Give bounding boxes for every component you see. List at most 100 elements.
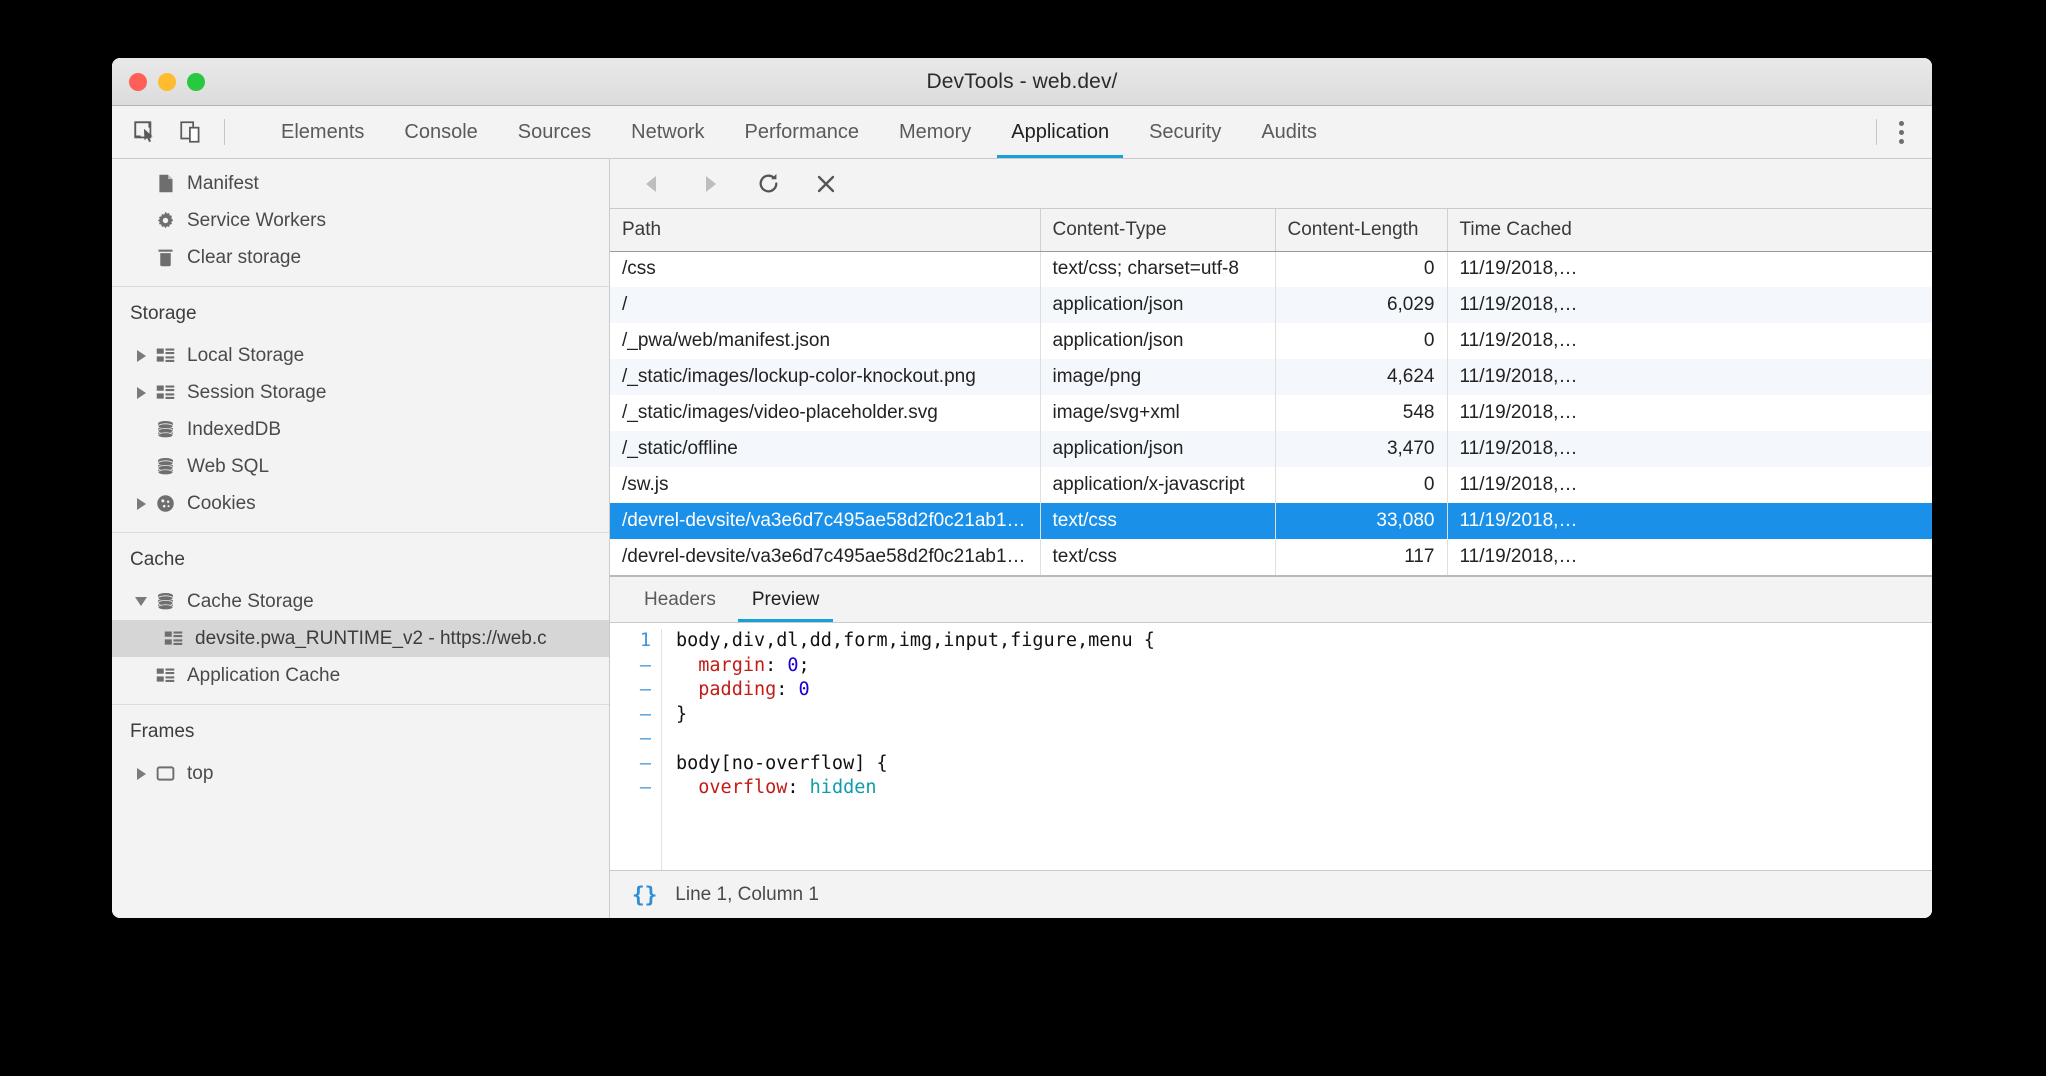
pretty-print-icon[interactable]: {} (632, 883, 657, 907)
chevron-right-icon[interactable] (130, 350, 152, 362)
cell-time-cached: 11/19/2018,… (1447, 251, 1932, 287)
code-token: : (776, 679, 798, 700)
tab-headers[interactable]: Headers (626, 577, 734, 622)
table-row[interactable]: /devrel-devsite/va3e6d7c495ae58d2f0c21ab… (610, 539, 1932, 575)
sidebar-item-application-cache[interactable]: Application Cache (112, 657, 609, 694)
preview-code-viewer[interactable]: 1 – – – – – – body,div,dl,dd,form,img,in… (610, 623, 1932, 870)
cell-path: / (610, 287, 1040, 323)
tab-label: Console (404, 121, 477, 144)
table-row[interactable]: /_static/offline application/json 3,470 … (610, 431, 1932, 467)
table-icon (152, 345, 178, 366)
table-row[interactable]: /sw.js application/x-javascript 0 11/19/… (610, 467, 1932, 503)
table-row[interactable]: /css text/css; charset=utf-8 0 11/19/201… (610, 251, 1932, 287)
cell-time-cached: 11/19/2018,… (1447, 431, 1932, 467)
table-row-selected[interactable]: /devrel-devsite/va3e6d7c495ae58d2f0c21ab… (610, 503, 1932, 539)
chevron-down-icon[interactable] (130, 597, 152, 606)
sidebar-item-local-storage[interactable]: Local Storage (112, 337, 609, 374)
cell-content-length: 548 (1275, 395, 1447, 431)
cell-path: /sw.js (610, 467, 1040, 503)
document-icon (152, 173, 178, 194)
chevron-right-icon[interactable] (130, 768, 152, 780)
column-header-path[interactable]: Path (610, 209, 1040, 251)
cache-entries-table: Path Content-Type Content-Length Time Ca… (610, 209, 1932, 575)
table-icon (160, 628, 186, 649)
cell-path: /devrel-devsite/va3e6d7c495ae58d2f0c21ab… (610, 503, 1040, 539)
sidebar-item-label: Web SQL (187, 456, 269, 478)
chevron-right-icon[interactable] (130, 387, 152, 399)
cell-path: /_static/images/lockup-color-knockout.pn… (610, 359, 1040, 395)
table-row[interactable]: / application/json 6,029 11/19/2018,… (610, 287, 1932, 323)
tab-label: Application (1011, 121, 1109, 144)
inspect-element-icon[interactable] (132, 119, 158, 145)
editor-status-bar: {} Line 1, Column 1 (610, 870, 1932, 918)
desktop-background: DevTools - web.dev/ (0, 0, 2046, 1076)
line-number: – (610, 776, 651, 801)
refresh-icon[interactable] (754, 170, 782, 198)
tab-memory[interactable]: Memory (879, 106, 991, 158)
code-line: body[no-overflow] { (676, 752, 1932, 777)
column-header-content-length[interactable]: Content-Length (1275, 209, 1447, 251)
cell-content-length: 0 (1275, 467, 1447, 503)
triangle-left-icon[interactable] (638, 170, 666, 198)
tab-performance[interactable]: Performance (725, 106, 880, 158)
sidebar-item-label: Clear storage (187, 247, 301, 269)
sidebar-item-label: Cache Storage (187, 591, 314, 613)
tab-bar-tools (112, 106, 241, 158)
entry-detail-panel: Headers Preview 1 – – – – – – (610, 575, 1932, 918)
devtools-body: Manifest Service Workers Clear storage (112, 159, 1932, 918)
tab-sources[interactable]: Sources (498, 106, 611, 158)
sidebar-item-indexeddb[interactable]: IndexedDB (112, 411, 609, 448)
sidebar-item-cookies[interactable]: Cookies (112, 485, 609, 522)
sidebar-item-cache-storage[interactable]: Cache Storage (112, 583, 609, 620)
tab-application[interactable]: Application (991, 106, 1129, 158)
code-token (676, 655, 698, 676)
table-row[interactable]: /_pwa/web/manifest.json application/json… (610, 323, 1932, 359)
column-header-content-type[interactable]: Content-Type (1040, 209, 1275, 251)
cell-path: /_static/offline (610, 431, 1040, 467)
cell-time-cached: 11/19/2018,… (1447, 359, 1932, 395)
tab-preview[interactable]: Preview (734, 577, 838, 622)
code-line: padding: 0 (676, 678, 1932, 703)
application-sidebar: Manifest Service Workers Clear storage (112, 159, 610, 918)
cache-entries-grid-wrap: Path Content-Type Content-Length Time Ca… (610, 209, 1932, 575)
tab-label: Elements (281, 121, 364, 144)
triangle-right-icon[interactable] (696, 170, 724, 198)
sidebar-item-top-frame[interactable]: top (112, 755, 609, 792)
tab-console[interactable]: Console (384, 106, 497, 158)
cell-path: /_static/images/video-placeholder.svg (610, 395, 1040, 431)
sidebar-item-web-sql[interactable]: Web SQL (112, 448, 609, 485)
sidebar-item-service-workers[interactable]: Service Workers (112, 202, 609, 239)
code-token: padding (698, 679, 776, 700)
frame-icon (152, 763, 178, 784)
table-icon (152, 665, 178, 686)
device-toolbar-icon[interactable] (178, 119, 204, 145)
code-content[interactable]: body,div,dl,dd,form,img,input,figure,men… (662, 629, 1932, 870)
cell-path: /css (610, 251, 1040, 287)
devtools-window: DevTools - web.dev/ (112, 58, 1932, 918)
cell-content-type: image/svg+xml (1040, 395, 1275, 431)
table-row[interactable]: /_static/images/lockup-color-knockout.pn… (610, 359, 1932, 395)
sidebar-group-cache: Cache (112, 537, 609, 583)
sidebar-item-cache-bucket[interactable]: devsite.pwa_RUNTIME_v2 - https://web.c (112, 620, 609, 657)
gear-icon (152, 210, 178, 231)
table-header-row: Path Content-Type Content-Length Time Ca… (610, 209, 1932, 251)
sidebar-item-session-storage[interactable]: Session Storage (112, 374, 609, 411)
kebab-menu-icon[interactable] (1893, 115, 1910, 150)
close-x-icon[interactable] (812, 170, 840, 198)
table-row[interactable]: /_static/images/video-placeholder.svg im… (610, 395, 1932, 431)
sidebar-item-label: Service Workers (187, 210, 326, 232)
tab-audits[interactable]: Audits (1241, 106, 1337, 158)
column-header-time-cached[interactable]: Time Cached (1447, 209, 1932, 251)
chevron-right-icon[interactable] (130, 498, 152, 510)
sidebar-item-manifest[interactable]: Manifest (112, 165, 609, 202)
code-token: 0 (799, 679, 810, 700)
code-token: 0 (787, 655, 798, 676)
sidebar-item-clear-storage[interactable]: Clear storage (112, 239, 609, 276)
code-line: body,div,dl,dd,form,img,input,figure,men… (676, 629, 1932, 654)
sidebar-item-label: Application Cache (187, 665, 340, 687)
detail-tab-bar: Headers Preview (610, 577, 1932, 623)
sidebar-item-label: Local Storage (187, 345, 304, 367)
tab-network[interactable]: Network (611, 106, 724, 158)
tab-elements[interactable]: Elements (261, 106, 384, 158)
tab-security[interactable]: Security (1129, 106, 1241, 158)
